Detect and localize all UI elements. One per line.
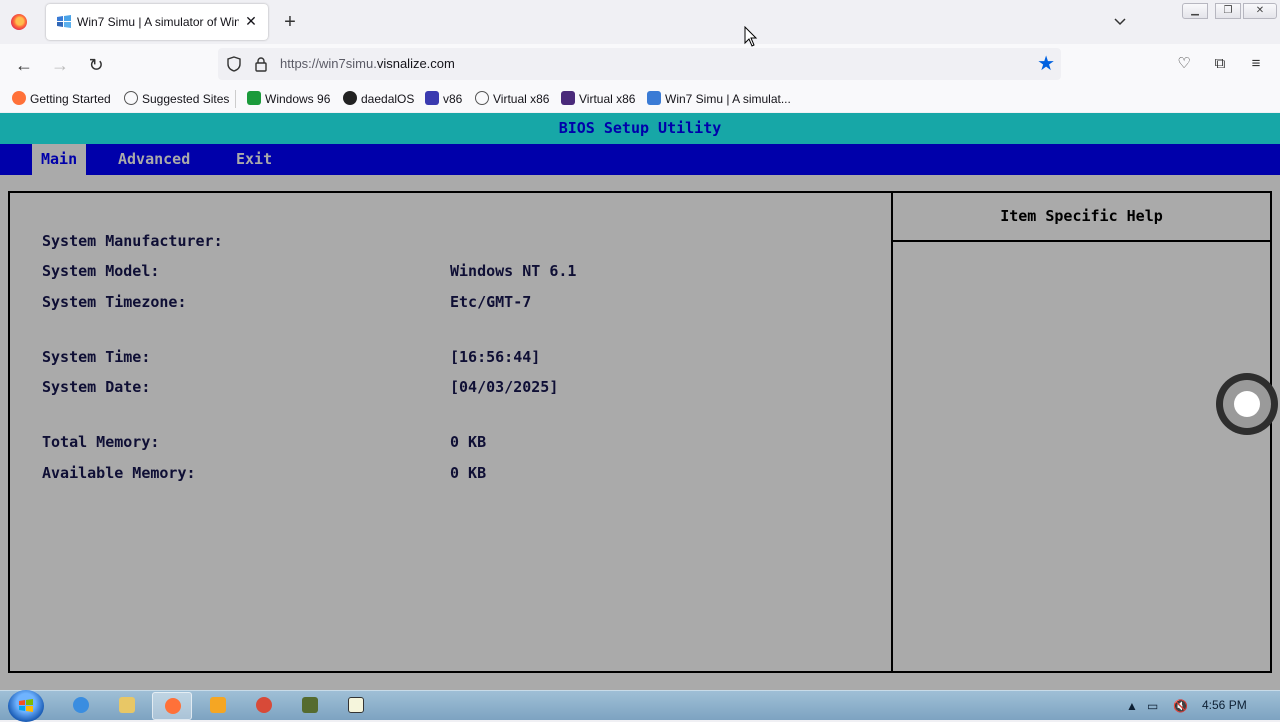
daedalos-icon (343, 91, 357, 105)
v86-icon (425, 91, 439, 105)
system-time-label: System Time: (42, 348, 151, 366)
available-memory-label: Available Memory: (42, 464, 196, 482)
bios-menu-advanced[interactable]: Advanced (109, 144, 199, 175)
extensions-icon[interactable]: ⧉ (1210, 54, 1230, 74)
back-icon[interactable]: ← (12, 53, 36, 77)
system-date-label: System Date: (42, 378, 151, 396)
system-timezone-label: System Timezone: (42, 293, 187, 311)
windows96-icon (247, 91, 261, 105)
bookmark-suggested-sites[interactable]: Suggested Sites (124, 91, 229, 107)
assistive-dot (1234, 391, 1260, 417)
notepad-icon (348, 697, 364, 713)
maximize-button[interactable]: ❐ (1215, 3, 1241, 19)
pocket-icon[interactable]: ♡ (1174, 54, 1194, 74)
close-icon: ✕ (1255, 5, 1265, 16)
taskbar-media-player[interactable] (198, 692, 238, 720)
close-tab-icon[interactable]: ✕ (242, 12, 260, 30)
bookmark-daedalos[interactable]: daedalOS (343, 91, 414, 107)
network-icon[interactable]: ▭ (1147, 698, 1158, 714)
games-icon (302, 697, 318, 713)
firefox-icon (12, 91, 26, 105)
url-bar[interactable]: https://win7simu.visnalize.com ★ (218, 48, 1061, 80)
total-memory-label: Total Memory: (42, 433, 160, 451)
system-date-value[interactable]: [04/03/2025] (450, 378, 558, 396)
show-hidden-icons-arrow[interactable]: ▲ (1126, 698, 1138, 714)
list-all-tabs-icon[interactable] (1110, 12, 1130, 32)
minimize-button[interactable]: ▁ (1182, 3, 1208, 19)
bios-screen: BIOS Setup Utility Main Advanced Exit Sy… (0, 113, 1280, 690)
assistive-ring (1223, 380, 1271, 428)
chevron-down-icon (1114, 18, 1126, 26)
item-specific-help-title: Item Specific Help (1000, 207, 1163, 225)
taskbar-ie[interactable] (61, 692, 101, 720)
mouse-cursor-icon (744, 26, 758, 47)
taskbar-games[interactable] (290, 692, 330, 720)
system-timezone-value: Etc/GMT-7 (450, 293, 532, 311)
tracking-protection-shield-icon[interactable] (226, 56, 242, 72)
system-manufacturer-label: System Manufacturer: (42, 232, 223, 250)
bios-menu-main[interactable]: Main (32, 144, 87, 175)
bios-menu-bar: Main Advanced Exit (0, 144, 1280, 175)
bios-main-panel: System Manufacturer: System Model: Windo… (8, 191, 1272, 673)
media-player-icon (210, 697, 226, 713)
close-window-button[interactable]: ✕ (1243, 3, 1277, 19)
tab-title: Win7 Simu | A simulator of Windows 7 (77, 15, 239, 29)
bios-title: BIOS Setup Utility (0, 113, 1280, 144)
chrome-icon (256, 697, 272, 713)
system-model-value: Windows NT 6.1 (450, 262, 577, 280)
lock-icon[interactable] (254, 56, 268, 72)
globe-icon (124, 91, 138, 105)
windows-logo-icon (19, 699, 33, 712)
system-time-value[interactable]: [16:56:44] (450, 348, 540, 366)
bios-menu-exit[interactable]: Exit (227, 144, 281, 175)
url-text[interactable]: https://win7simu.visnalize.com (280, 56, 455, 71)
assistive-touch-button[interactable] (1216, 373, 1278, 435)
taskbar: ▲ ▭ 🔇 4:56 PM (0, 690, 1280, 722)
reload-icon[interactable]: ↻ (84, 53, 108, 77)
bookmark-virtual-x86[interactable]: Virtual x86 (475, 91, 549, 107)
bookmark-virtual-x86-2[interactable]: Virtual x86 (561, 91, 635, 107)
taskbar-firefox[interactable] (152, 692, 192, 720)
available-memory-value: 0 KB (450, 464, 487, 482)
bookmark-star-icon[interactable]: ★ (1037, 53, 1055, 75)
taskbar-clock[interactable]: 4:56 PM (1202, 698, 1247, 712)
taskbar-explorer[interactable] (107, 692, 147, 720)
globe-icon (475, 91, 489, 105)
bookmark-separator (235, 90, 236, 108)
bookmark-getting-started[interactable]: Getting Started (12, 91, 111, 107)
win7simu-favicon-icon (647, 91, 661, 105)
total-memory-value: 0 KB (450, 433, 487, 451)
tab-strip: Win7 Simu | A simulator of Windows 7 ✕ +… (0, 0, 1280, 44)
bookmarks-toolbar: Getting Started Suggested Sites Windows … (0, 86, 1280, 112)
minimize-icon: ▁ (1191, 5, 1199, 16)
forward-icon[interactable]: → (48, 53, 72, 77)
internet-explorer-icon (73, 697, 89, 713)
firefox-icon (165, 698, 181, 714)
start-button[interactable] (8, 690, 44, 722)
win7simu-favicon-icon (57, 15, 71, 28)
bookmark-win7simu[interactable]: Win7 Simu | A simulat... (647, 91, 791, 107)
folder-icon (119, 697, 135, 713)
firefox-icon[interactable] (11, 14, 27, 30)
bookmark-windows-96[interactable]: Windows 96 (247, 91, 330, 107)
restore-icon: ❐ (1223, 5, 1233, 16)
new-tab-button[interactable]: + (280, 12, 300, 32)
panel-divider (891, 193, 893, 671)
menu-icon[interactable]: ≡ (1246, 54, 1266, 74)
system-model-label: System Model: (42, 262, 160, 280)
bookmark-v86[interactable]: v86 (425, 91, 462, 107)
taskbar-chrome[interactable] (244, 692, 284, 720)
taskbar-notepad[interactable] (336, 692, 376, 720)
volume-muted-icon[interactable]: 🔇 (1173, 698, 1188, 714)
tab-win7simu[interactable]: Win7 Simu | A simulator of Windows 7 ✕ (46, 4, 268, 40)
help-separator (893, 240, 1270, 242)
space-invader-icon (561, 91, 575, 105)
